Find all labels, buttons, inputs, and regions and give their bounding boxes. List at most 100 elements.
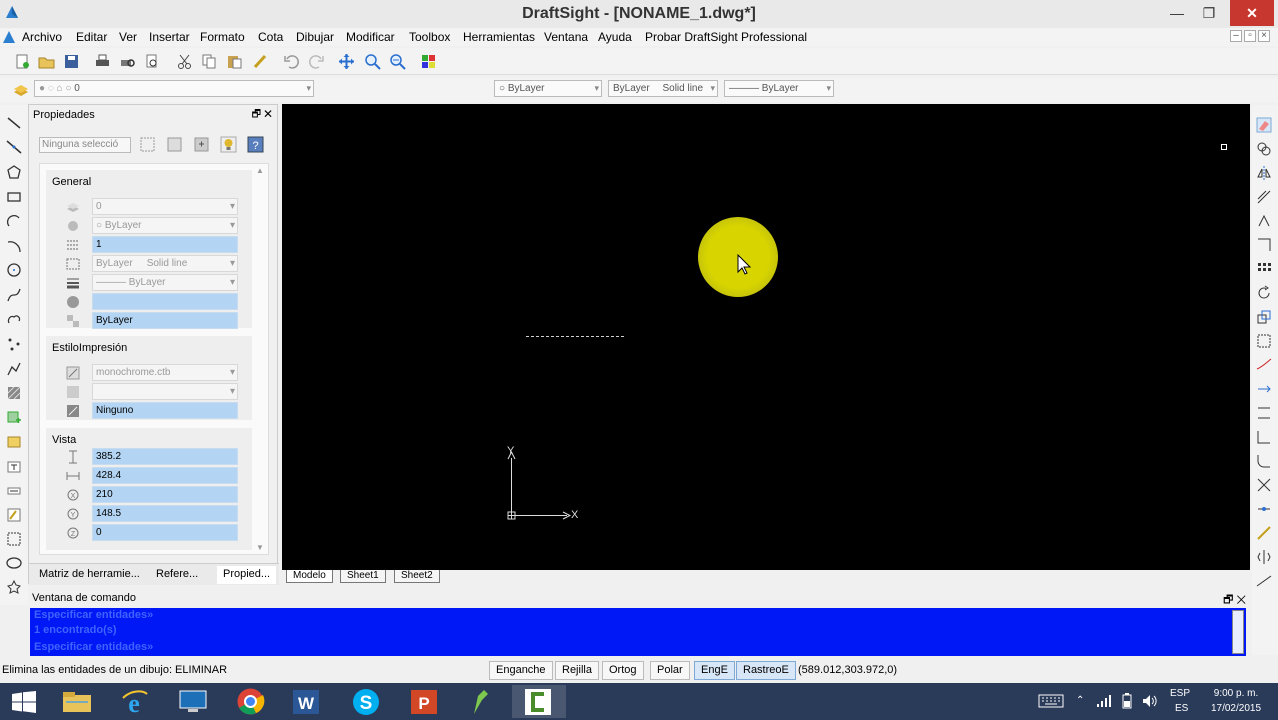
layer-manager-icon[interactable] (420, 53, 437, 70)
properties-scroll-area[interactable]: General 0 ▾ ○ ByLayer ▾ 1 ByLayer Solid lin… (39, 163, 269, 555)
command-scrollbar[interactable] (1232, 610, 1244, 654)
menu-dibujar[interactable]: Dibujar (296, 30, 334, 44)
close-button[interactable]: ✕ (1230, 0, 1274, 26)
linestyle-combo[interactable]: ByLayer Solid line ▾ (608, 80, 718, 97)
fillet-icon[interactable] (1256, 453, 1272, 469)
ellipse-icon[interactable] (6, 555, 22, 571)
region-icon[interactable] (6, 531, 22, 547)
esnap-toggle[interactable]: EngE (694, 661, 735, 680)
new-file-icon[interactable] (14, 53, 31, 70)
erase-icon[interactable] (1256, 117, 1272, 133)
menu-ventana[interactable]: Ventana (544, 30, 588, 44)
menu-formato[interactable]: Formato (200, 30, 245, 44)
match-properties-icon[interactable] (252, 53, 269, 70)
join-icon[interactable] (1256, 501, 1272, 517)
zoom-previous-icon[interactable] (389, 53, 406, 70)
toggle-pickadd-icon[interactable] (193, 136, 210, 153)
mirror-icon[interactable] (1256, 165, 1272, 181)
block-create-icon[interactable] (6, 434, 22, 450)
edit-polyline-icon[interactable] (1256, 525, 1272, 541)
clock-date[interactable]: 17/02/2015 (1206, 703, 1266, 714)
skype-icon[interactable]: S (340, 685, 394, 718)
remote-desktop-icon[interactable] (166, 685, 220, 718)
arc-icon[interactable] (6, 213, 22, 229)
snap-toggle[interactable]: Enganche (489, 661, 553, 680)
zoom-page-icon[interactable] (144, 53, 161, 70)
prop-view-height[interactable]: 385.2 (92, 448, 238, 465)
tab-sheet1[interactable]: Sheet1 (340, 570, 386, 583)
scroll-up-icon[interactable]: ▲ (256, 166, 264, 175)
grid-toggle[interactable]: Rejilla (555, 661, 599, 680)
menu-modificar[interactable]: Modificar (346, 30, 395, 44)
chrome-icon[interactable] (224, 685, 278, 718)
undo-icon[interactable] (283, 53, 300, 70)
measure-icon[interactable] (1256, 573, 1272, 589)
properties-scrollbar[interactable]: ▲ ▼ (256, 166, 266, 552)
close-window-icon[interactable]: ✕ (1236, 594, 1246, 606)
keyboard-icon[interactable] (1038, 694, 1064, 708)
word-icon[interactable]: W (280, 685, 334, 718)
tab-properties[interactable]: Propied... (217, 566, 277, 584)
restore-button[interactable]: ❐ (1192, 0, 1226, 26)
rectangle-icon[interactable] (6, 189, 22, 205)
hatch-icon[interactable] (6, 385, 22, 401)
menu-ver[interactable]: Ver (119, 30, 137, 44)
revision-cloud-icon[interactable] (6, 311, 22, 327)
explode-icon[interactable] (1256, 477, 1272, 493)
donut-icon[interactable] (6, 579, 22, 595)
rotate-icon[interactable] (1256, 285, 1272, 301)
pattern-icon[interactable] (1256, 213, 1272, 229)
language-indicator-bottom[interactable]: ES (1175, 703, 1188, 714)
flip-icon[interactable] (1256, 549, 1272, 565)
drawing-canvas[interactable]: Y X (282, 104, 1250, 570)
polyline-icon[interactable] (6, 361, 22, 377)
arc-3point-icon[interactable] (6, 238, 22, 254)
infinite-line-icon[interactable] (6, 139, 22, 155)
line-icon[interactable] (6, 115, 22, 131)
text-icon[interactable] (6, 459, 22, 475)
etrack-toggle[interactable]: RastreoE (736, 661, 796, 680)
extend-icon[interactable] (1256, 381, 1272, 397)
menu-archivo[interactable]: Archivo (22, 30, 62, 44)
volume-icon[interactable] (1142, 694, 1158, 708)
network-icon[interactable] (1096, 694, 1112, 708)
tab-modelo[interactable]: Modelo (286, 570, 333, 583)
float-panel-icon[interactable]: 🗗 (252, 107, 261, 124)
menu-probar-professional[interactable]: Probar DraftSight Professional (645, 30, 807, 44)
menu-ayuda[interactable]: Ayuda (598, 30, 632, 44)
prop-view-center-z[interactable]: 0 (92, 524, 238, 541)
stretch-icon[interactable] (1256, 333, 1272, 349)
float-window-icon[interactable]: 🗗 (1223, 594, 1233, 606)
layer-combo[interactable]: ● ◌ ⌂ ○ 0 ▾ (34, 80, 314, 97)
mdi-close-button[interactable]: × (1258, 30, 1270, 42)
help-icon[interactable]: ? (247, 136, 264, 153)
mdi-restore-button[interactable]: ▫ (1244, 30, 1256, 42)
offset-icon[interactable] (1256, 189, 1272, 205)
internet-explorer-icon[interactable]: e (108, 685, 162, 718)
menu-insertar[interactable]: Insertar (149, 30, 190, 44)
note-icon[interactable] (6, 483, 22, 499)
prop-color[interactable]: ○ ByLayer ▾ (92, 217, 238, 234)
lineweight-combo[interactable]: ——— ByLayer ▾ (724, 80, 834, 97)
point-icon[interactable] (6, 336, 22, 352)
table-icon[interactable] (6, 507, 22, 523)
file-explorer-icon[interactable] (50, 685, 104, 718)
polar-toggle[interactable]: Polar (650, 661, 690, 680)
prop-lineweight[interactable]: ——— ByLayer ▾ (92, 274, 238, 291)
chamfer-icon[interactable] (1256, 429, 1272, 445)
minimize-button[interactable]: — (1160, 0, 1194, 26)
redo-icon[interactable] (308, 53, 325, 70)
prop-print-table[interactable]: monochrome.ctb ▾ (92, 364, 238, 381)
clock-time[interactable]: 9:00 p. m. (1206, 688, 1266, 699)
prop-linescale[interactable]: 1 (92, 236, 238, 253)
polygon-icon[interactable] (6, 164, 22, 180)
windows-start-icon[interactable] (12, 691, 36, 713)
break-icon[interactable] (1256, 405, 1272, 421)
language-indicator-top[interactable]: ESP (1170, 688, 1190, 699)
cut-icon[interactable] (176, 53, 193, 70)
open-file-icon[interactable] (38, 53, 55, 70)
copy-entity-icon[interactable] (1256, 141, 1272, 157)
prop-layer[interactable]: 0 ▾ (92, 198, 238, 215)
ortho-toggle[interactable]: Ortog (602, 661, 644, 680)
layer-properties-icon[interactable] (12, 80, 29, 97)
